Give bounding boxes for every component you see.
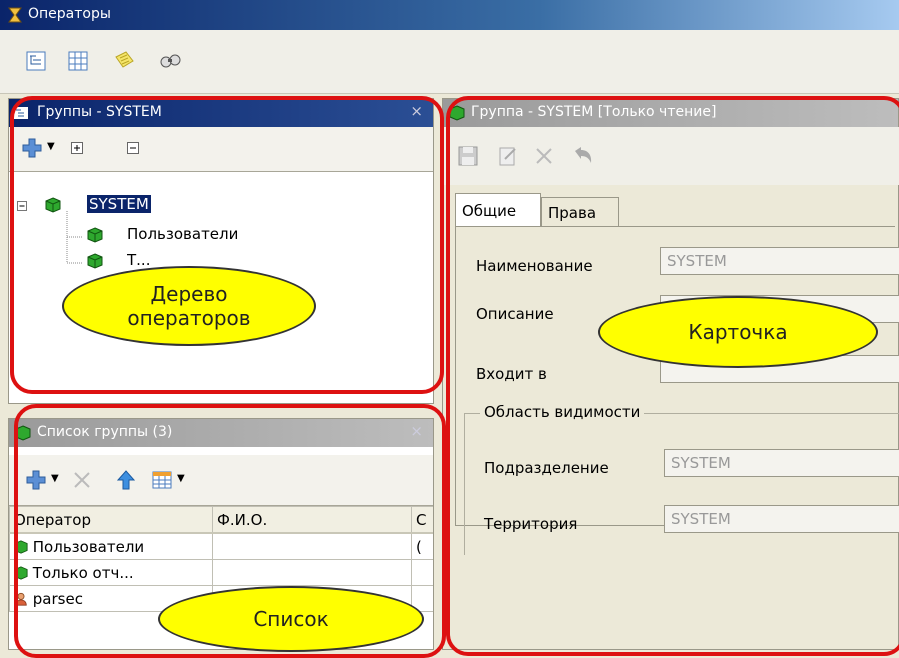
add-icon[interactable] (21, 137, 43, 159)
table-cell-fio (212, 532, 412, 560)
name-label: Наименование (476, 257, 593, 275)
edit-icon[interactable] (497, 145, 519, 167)
group-cube-icon (14, 565, 28, 580)
save-icon[interactable] (457, 145, 479, 167)
tab-content: Наименование SYSTEM Описание Входит в Об… (455, 226, 899, 555)
column-header-extra[interactable]: С (411, 506, 433, 534)
tab-general[interactable]: Общие (455, 193, 541, 227)
member-of-label: Входит в (476, 365, 547, 383)
card-panel-title: Группа - SYSTEM [Только чтение] (471, 104, 717, 120)
groups-panel-titlebar: Группы - SYSTEM × (9, 99, 433, 127)
group-list-panel-titlebar: Список группы (3) × (9, 419, 433, 447)
tab-rights[interactable]: Права (541, 197, 619, 227)
visibility-scope-group (464, 413, 899, 555)
delete-icon[interactable] (71, 469, 93, 491)
operator-name: Пользователи (32, 537, 145, 556)
close-icon[interactable]: × (410, 102, 423, 120)
table-cell-extra (411, 559, 433, 586)
visibility-scope-title: Область видимости (480, 403, 645, 421)
table-cell-operator: Только отч... (9, 559, 213, 586)
operator-name: parsec (32, 589, 83, 608)
table-header-row: Оператор Ф.И.О. С (9, 506, 433, 534)
expand-all-icon[interactable] (71, 142, 83, 154)
callout-tree-text: Дерево операторов (127, 282, 251, 330)
main-toolbar (0, 30, 899, 94)
group-cube-icon (14, 539, 28, 554)
undo-icon[interactable] (571, 145, 595, 167)
grid-view-icon[interactable] (66, 49, 90, 73)
tree-node-reports[interactable]: Т... (127, 251, 157, 269)
card-toolbar (443, 127, 899, 185)
window-title: Операторы (28, 6, 111, 22)
window-titlebar: Операторы (0, 0, 899, 30)
groups-panel: Группы - SYSTEM × ▼ SYSTEM Пользователи … (8, 98, 434, 404)
table-row[interactable]: Только отч... (9, 559, 433, 586)
delete-icon[interactable] (533, 145, 555, 167)
user-icon (15, 592, 27, 606)
table-row[interactable]: Пользователи ( (9, 532, 433, 560)
operator-name: Только отч... (32, 563, 134, 582)
groups-panel-title: Группы - SYSTEM (37, 104, 162, 120)
group-cube-icon (87, 227, 103, 243)
group-list-panel-title: Список группы (3) (37, 424, 173, 440)
tree-node-users[interactable]: Пользователи (127, 225, 238, 243)
column-header-fio[interactable]: Ф.И.О. (212, 506, 412, 534)
move-up-icon[interactable] (115, 469, 137, 491)
division-label: Подразделение (484, 459, 609, 477)
dropdown-arrow-icon[interactable]: ▼ (47, 141, 55, 152)
group-cube-icon (449, 105, 465, 121)
group-cube-icon (87, 253, 103, 269)
find-icon[interactable] (158, 49, 182, 73)
territory-field[interactable]: SYSTEM (664, 505, 899, 533)
card-panel: Группа - SYSTEM [Только чтение] Общие Пр… (442, 98, 899, 650)
group-cube-icon (45, 197, 61, 213)
table-cell-fio (212, 559, 412, 586)
callout-card-text: Карточка (688, 320, 788, 344)
tree-lines (17, 201, 83, 264)
column-header-operator[interactable]: Оператор (9, 506, 213, 534)
group-list-toolbar: ▼ ▼ (9, 455, 433, 506)
table-cell-extra: ( (411, 532, 433, 560)
table-cell-operator: Пользователи (9, 532, 213, 560)
description-label: Описание (476, 305, 554, 323)
notes-icon[interactable] (112, 49, 136, 73)
columns-icon[interactable] (151, 469, 173, 491)
tree-icon (14, 107, 28, 119)
division-field[interactable]: SYSTEM (664, 449, 899, 477)
hourglass-icon (8, 7, 22, 23)
collapse-all-icon[interactable] (127, 142, 139, 154)
add-icon[interactable] (25, 469, 47, 491)
tree-node-system[interactable]: SYSTEM (87, 195, 151, 213)
card-panel-titlebar: Группа - SYSTEM [Только чтение] (443, 99, 898, 127)
dropdown-arrow-icon[interactable]: ▼ (177, 473, 185, 484)
callout-card: Карточка (598, 296, 878, 368)
close-icon[interactable]: × (410, 422, 423, 440)
dropdown-arrow-icon[interactable]: ▼ (51, 473, 59, 484)
callout-tree: Дерево операторов (62, 266, 316, 346)
tree-view-icon[interactable] (24, 49, 48, 73)
name-field[interactable]: SYSTEM (660, 247, 899, 275)
territory-label: Территория (484, 515, 578, 533)
groups-panel-toolbar: ▼ (9, 127, 433, 172)
callout-list: Список (158, 586, 424, 652)
group-cube-icon (15, 425, 31, 441)
callout-list-text: Список (253, 607, 329, 631)
